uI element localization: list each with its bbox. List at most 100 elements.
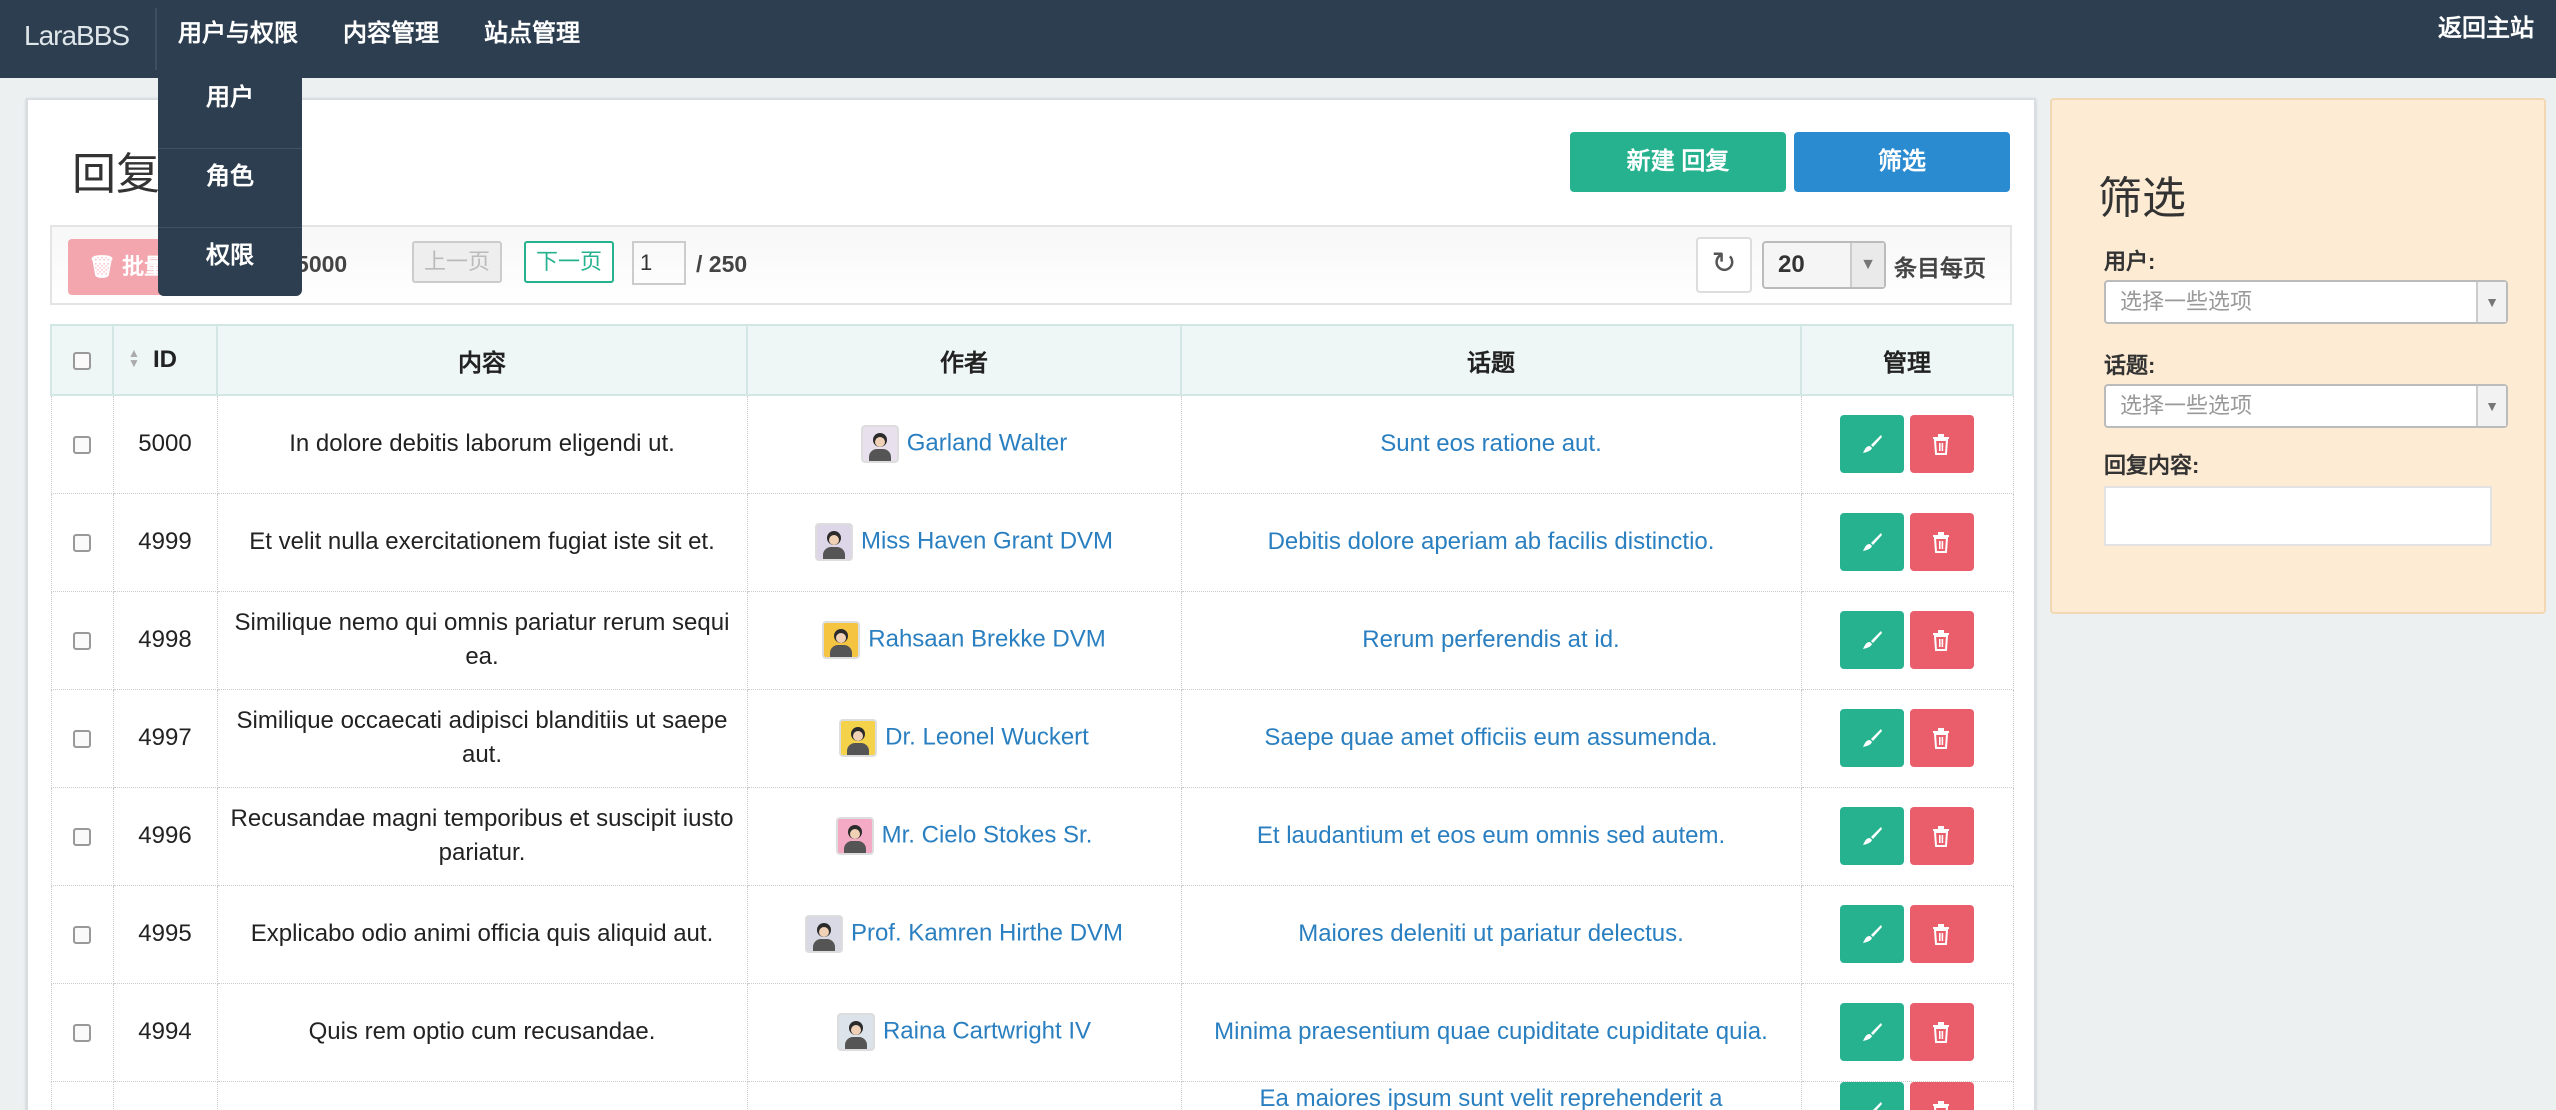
- row-content: Et velit nulla exercitationem fugiat ist…: [216, 492, 748, 592]
- topic-link[interactable]: Sunt eos ratione aut.: [1380, 430, 1601, 457]
- per-page-value: 20: [1778, 251, 1805, 278]
- table-row: 4996 Recusandae magni temporibus et susci…: [50, 786, 2014, 886]
- delete-button[interactable]: [1910, 513, 1974, 571]
- delete-button[interactable]: [1910, 807, 1974, 865]
- row-checkbox[interactable]: [73, 729, 91, 748]
- brand-logo[interactable]: LaraBBS: [24, 0, 130, 78]
- avatar: [860, 425, 899, 464]
- row-topic-cell: Ea maiores ipsum sunt velit reprehenderi…: [1180, 1080, 1802, 1110]
- edit-button[interactable]: [1840, 1082, 1904, 1110]
- author-link[interactable]: Prof. Kamren Hirthe DVM: [851, 919, 1123, 946]
- list-toolbar: 🗑 批量 : 5000 上一页 下一页 1 / 250 ↻ 20 ▼ 条目每页: [50, 225, 2012, 305]
- dropdown-item-permissions[interactable]: 权限: [158, 228, 302, 307]
- row-checkbox[interactable]: [73, 925, 91, 944]
- edit-button[interactable]: [1840, 415, 1904, 474]
- dropdown-item-users[interactable]: 用户: [158, 70, 302, 149]
- column-header-author: 作者: [746, 324, 1182, 396]
- row-select-cell: [50, 394, 114, 494]
- trash-icon: 🗑: [88, 254, 116, 279]
- row-checkbox[interactable]: [73, 1023, 91, 1042]
- topic-link[interactable]: Maiores deleniti ut pariatur delectus.: [1298, 920, 1684, 947]
- topic-link[interactable]: Ea maiores ipsum sunt velit reprehenderi…: [1260, 1085, 1723, 1110]
- column-header-id[interactable]: ▲ ▼ ID: [112, 324, 218, 396]
- row-topic-cell: Saepe quae amet officiis eum assumenda.: [1180, 688, 1802, 788]
- nav-content-management[interactable]: 内容管理: [343, 0, 439, 70]
- row-topic-cell: Et laudantium et eos eum omnis sed autem…: [1180, 786, 1802, 886]
- row-topic-cell: Debitis dolore aperiam ab facilis distin…: [1180, 492, 1802, 592]
- author-link[interactable]: Mr. Cielo Stokes Sr.: [882, 821, 1093, 848]
- row-checkbox[interactable]: [73, 827, 91, 846]
- page-number-input[interactable]: 1: [632, 241, 686, 285]
- column-header-actions: 管理: [1800, 324, 2014, 396]
- avatar: [836, 1013, 875, 1051]
- topic-link[interactable]: Debitis dolore aperiam ab facilis distin…: [1268, 528, 1715, 555]
- row-actions-cell: [1800, 786, 2014, 886]
- page-title: 回复: [72, 150, 160, 199]
- nav-site-management[interactable]: 站点管理: [484, 0, 580, 70]
- row-id: 4994: [112, 982, 218, 1082]
- row-content: Similique occaecati adipisci blanditiis …: [216, 688, 748, 788]
- edit-button[interactable]: [1840, 709, 1904, 767]
- row-select-cell: [50, 982, 114, 1082]
- row-checkbox[interactable]: [73, 435, 91, 454]
- nav-users-permissions[interactable]: 用户与权限: [178, 0, 298, 70]
- content-filter-input[interactable]: [2104, 486, 2492, 546]
- topic-link[interactable]: Saepe quae amet officiis eum assumenda.: [1264, 724, 1717, 751]
- row-author-cell: Raina Cartwright IV: [746, 982, 1182, 1082]
- delete-button[interactable]: [1910, 1082, 1974, 1110]
- author-link[interactable]: Raina Cartwright IV: [883, 1017, 1091, 1044]
- delete-button[interactable]: [1910, 1003, 1974, 1061]
- row-checkbox[interactable]: [73, 631, 91, 650]
- author-link[interactable]: Miss Haven Grant DVM: [861, 527, 1113, 554]
- delete-button[interactable]: [1910, 709, 1974, 767]
- table-row: 4999 Et velit nulla exercitationem fugiat…: [50, 492, 2014, 592]
- edit-button[interactable]: [1840, 905, 1904, 963]
- chevron-down-icon: ▼: [2476, 282, 2506, 322]
- sort-icon: ▲ ▼: [128, 346, 140, 370]
- row-select-cell: [50, 884, 114, 984]
- row-id: 4998: [112, 590, 218, 690]
- dropdown-item-roles[interactable]: 角色: [158, 149, 302, 228]
- row-select-cell: [50, 1080, 114, 1110]
- chevron-down-icon: ▼: [1850, 243, 1884, 287]
- row-actions-cell: [1800, 1080, 2014, 1110]
- row-author-cell: Miss Haven Grant DVM: [746, 492, 1182, 592]
- content-filter-label: 回复内容:: [2104, 453, 2200, 478]
- author-link[interactable]: Garland Walter: [907, 430, 1068, 457]
- row-checkbox[interactable]: [73, 533, 91, 552]
- topic-link[interactable]: Et laudantium et eos eum omnis sed autem…: [1257, 822, 1725, 849]
- delete-button[interactable]: [1910, 415, 1974, 474]
- row-id: 4995: [112, 884, 218, 984]
- topic-filter-label: 话题:: [2104, 353, 2156, 378]
- row-id: 4997: [112, 688, 218, 788]
- nav-back-to-site[interactable]: 返回主站: [2438, 0, 2534, 60]
- author-link[interactable]: Dr. Leonel Wuckert: [885, 723, 1089, 750]
- row-select-cell: [50, 590, 114, 690]
- topic-link[interactable]: Minima praesentium quae cupiditate cupid…: [1214, 1018, 1768, 1045]
- per-page-select[interactable]: 20 ▼: [1762, 241, 1886, 289]
- row-topic-cell: Sunt eos ratione aut.: [1180, 394, 1802, 494]
- refresh-button[interactable]: ↻: [1696, 237, 1752, 293]
- filter-button[interactable]: 筛选: [1794, 132, 2010, 192]
- row-actions-cell: [1800, 590, 2014, 690]
- row-topic-cell: Minima praesentium quae cupiditate cupid…: [1180, 982, 1802, 1082]
- topic-filter-select[interactable]: 选择一些选项 ▼: [2104, 384, 2508, 428]
- prev-page-button[interactable]: 上一页: [412, 241, 503, 283]
- edit-button[interactable]: [1840, 611, 1904, 669]
- new-reply-button[interactable]: 新建 回复: [1570, 132, 1786, 192]
- edit-button[interactable]: [1840, 1003, 1904, 1061]
- edit-button[interactable]: [1840, 807, 1904, 865]
- table-row: Ea maiores ipsum sunt velit reprehenderi…: [50, 1080, 2014, 1110]
- next-page-button[interactable]: 下一页: [524, 241, 615, 283]
- delete-button[interactable]: [1910, 905, 1974, 963]
- refresh-icon: ↻: [1711, 247, 1737, 280]
- delete-button[interactable]: [1910, 611, 1974, 669]
- row-content: Similique nemo qui omnis pariatur rerum …: [216, 590, 748, 690]
- author-link[interactable]: Rahsaan Brekke DVM: [868, 625, 1105, 652]
- row-id: [112, 1080, 218, 1110]
- user-filter-select[interactable]: 选择一些选项 ▼: [2104, 280, 2508, 324]
- topic-link[interactable]: Rerum perferendis at id.: [1362, 626, 1619, 653]
- row-content: Recusandae magni temporibus et suscipit …: [216, 786, 748, 886]
- edit-button[interactable]: [1840, 513, 1904, 571]
- select-all-checkbox[interactable]: [73, 351, 91, 370]
